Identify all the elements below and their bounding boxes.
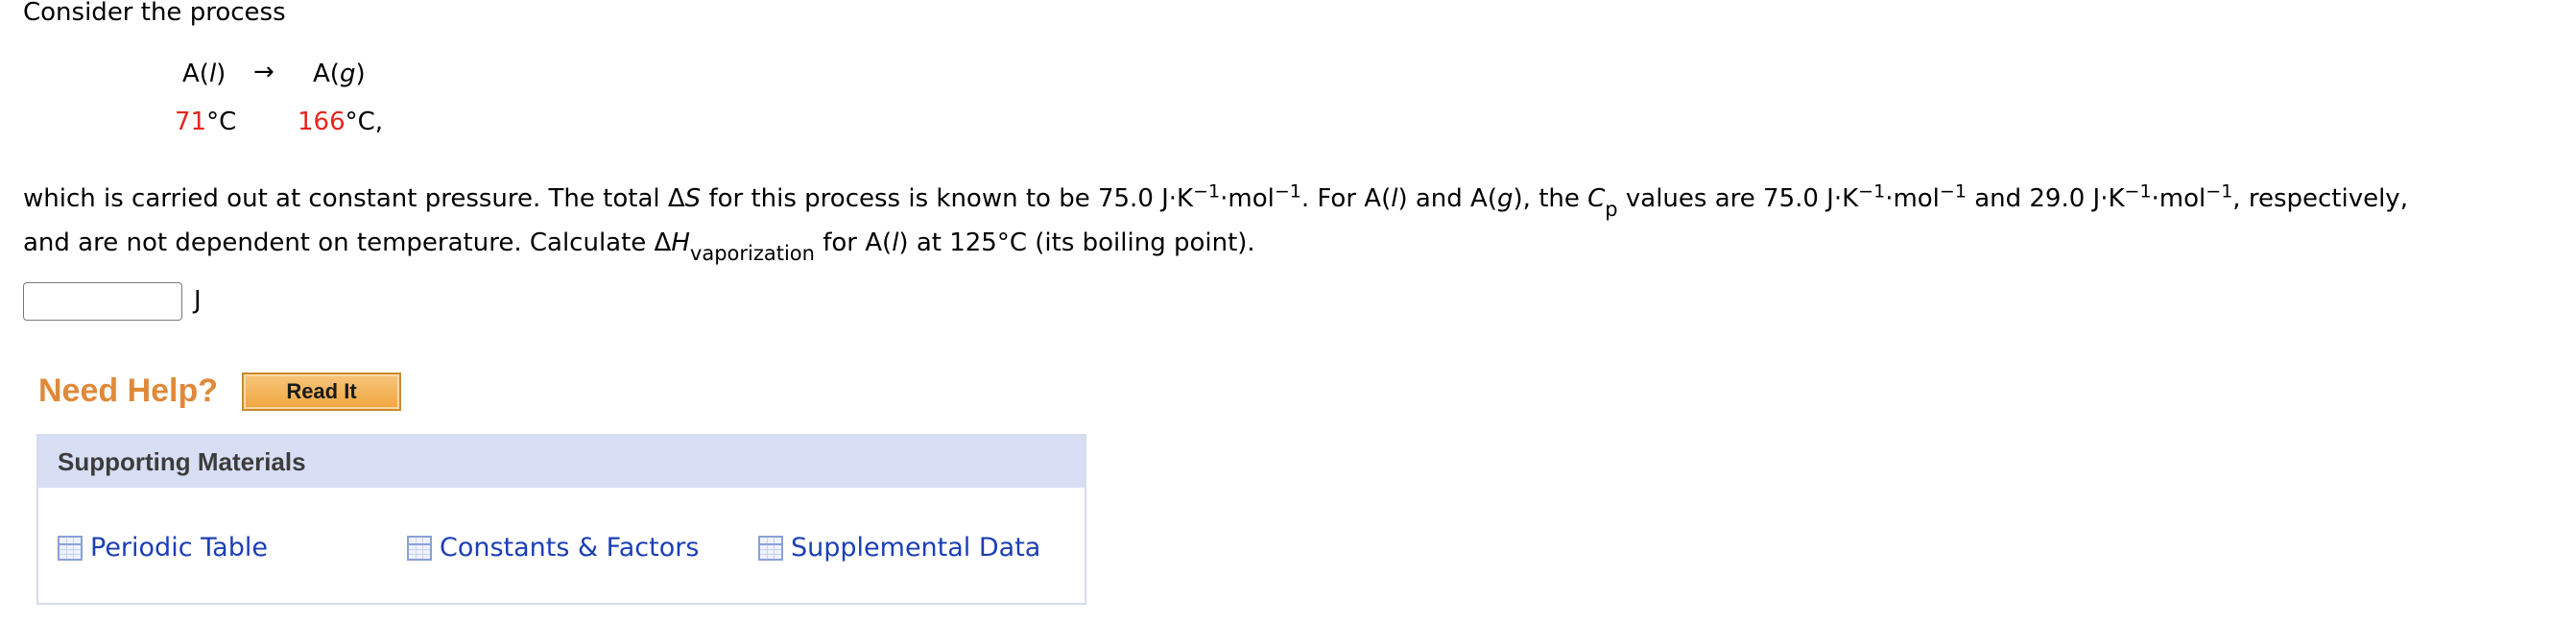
reaction-arrow: → (253, 58, 274, 86)
supplemental-data-label: Supplemental Data (791, 533, 1041, 563)
table-icon (758, 536, 783, 561)
temperature-final: 166°C, (298, 108, 384, 136)
periodic-table-link[interactable]: Periodic Table (58, 532, 268, 564)
question-intro: Consider the process (23, 0, 286, 27)
supporting-materials-panel: Supporting Materials Periodic Table Cons… (36, 434, 1086, 605)
question-line-1: which is carried out at constant pressur… (23, 180, 2408, 221)
table-icon (407, 536, 432, 561)
periodic-table-label: Periodic Table (90, 533, 268, 563)
temperature-initial: 71°C (175, 108, 237, 136)
table-icon (58, 536, 83, 561)
read-it-button[interactable]: Read It (242, 372, 401, 411)
need-help-label: Need Help? (38, 372, 219, 409)
supplemental-data-link[interactable]: Supplemental Data (758, 532, 1040, 564)
question-line-2: and are not dependent on temperature. Ca… (23, 228, 1255, 265)
question-page: Consider the process A(l) → A(g) 71°C 16… (0, 0, 2576, 624)
reactant-label: A(l) (182, 60, 227, 88)
answer-input[interactable] (23, 282, 182, 321)
answer-unit: J (194, 286, 202, 315)
supporting-materials-title: Supporting Materials (38, 436, 1085, 488)
constants-factors-link[interactable]: Constants & Factors (407, 532, 699, 564)
product-label: A(g) (313, 60, 366, 88)
constants-factors-label: Constants & Factors (440, 533, 700, 563)
